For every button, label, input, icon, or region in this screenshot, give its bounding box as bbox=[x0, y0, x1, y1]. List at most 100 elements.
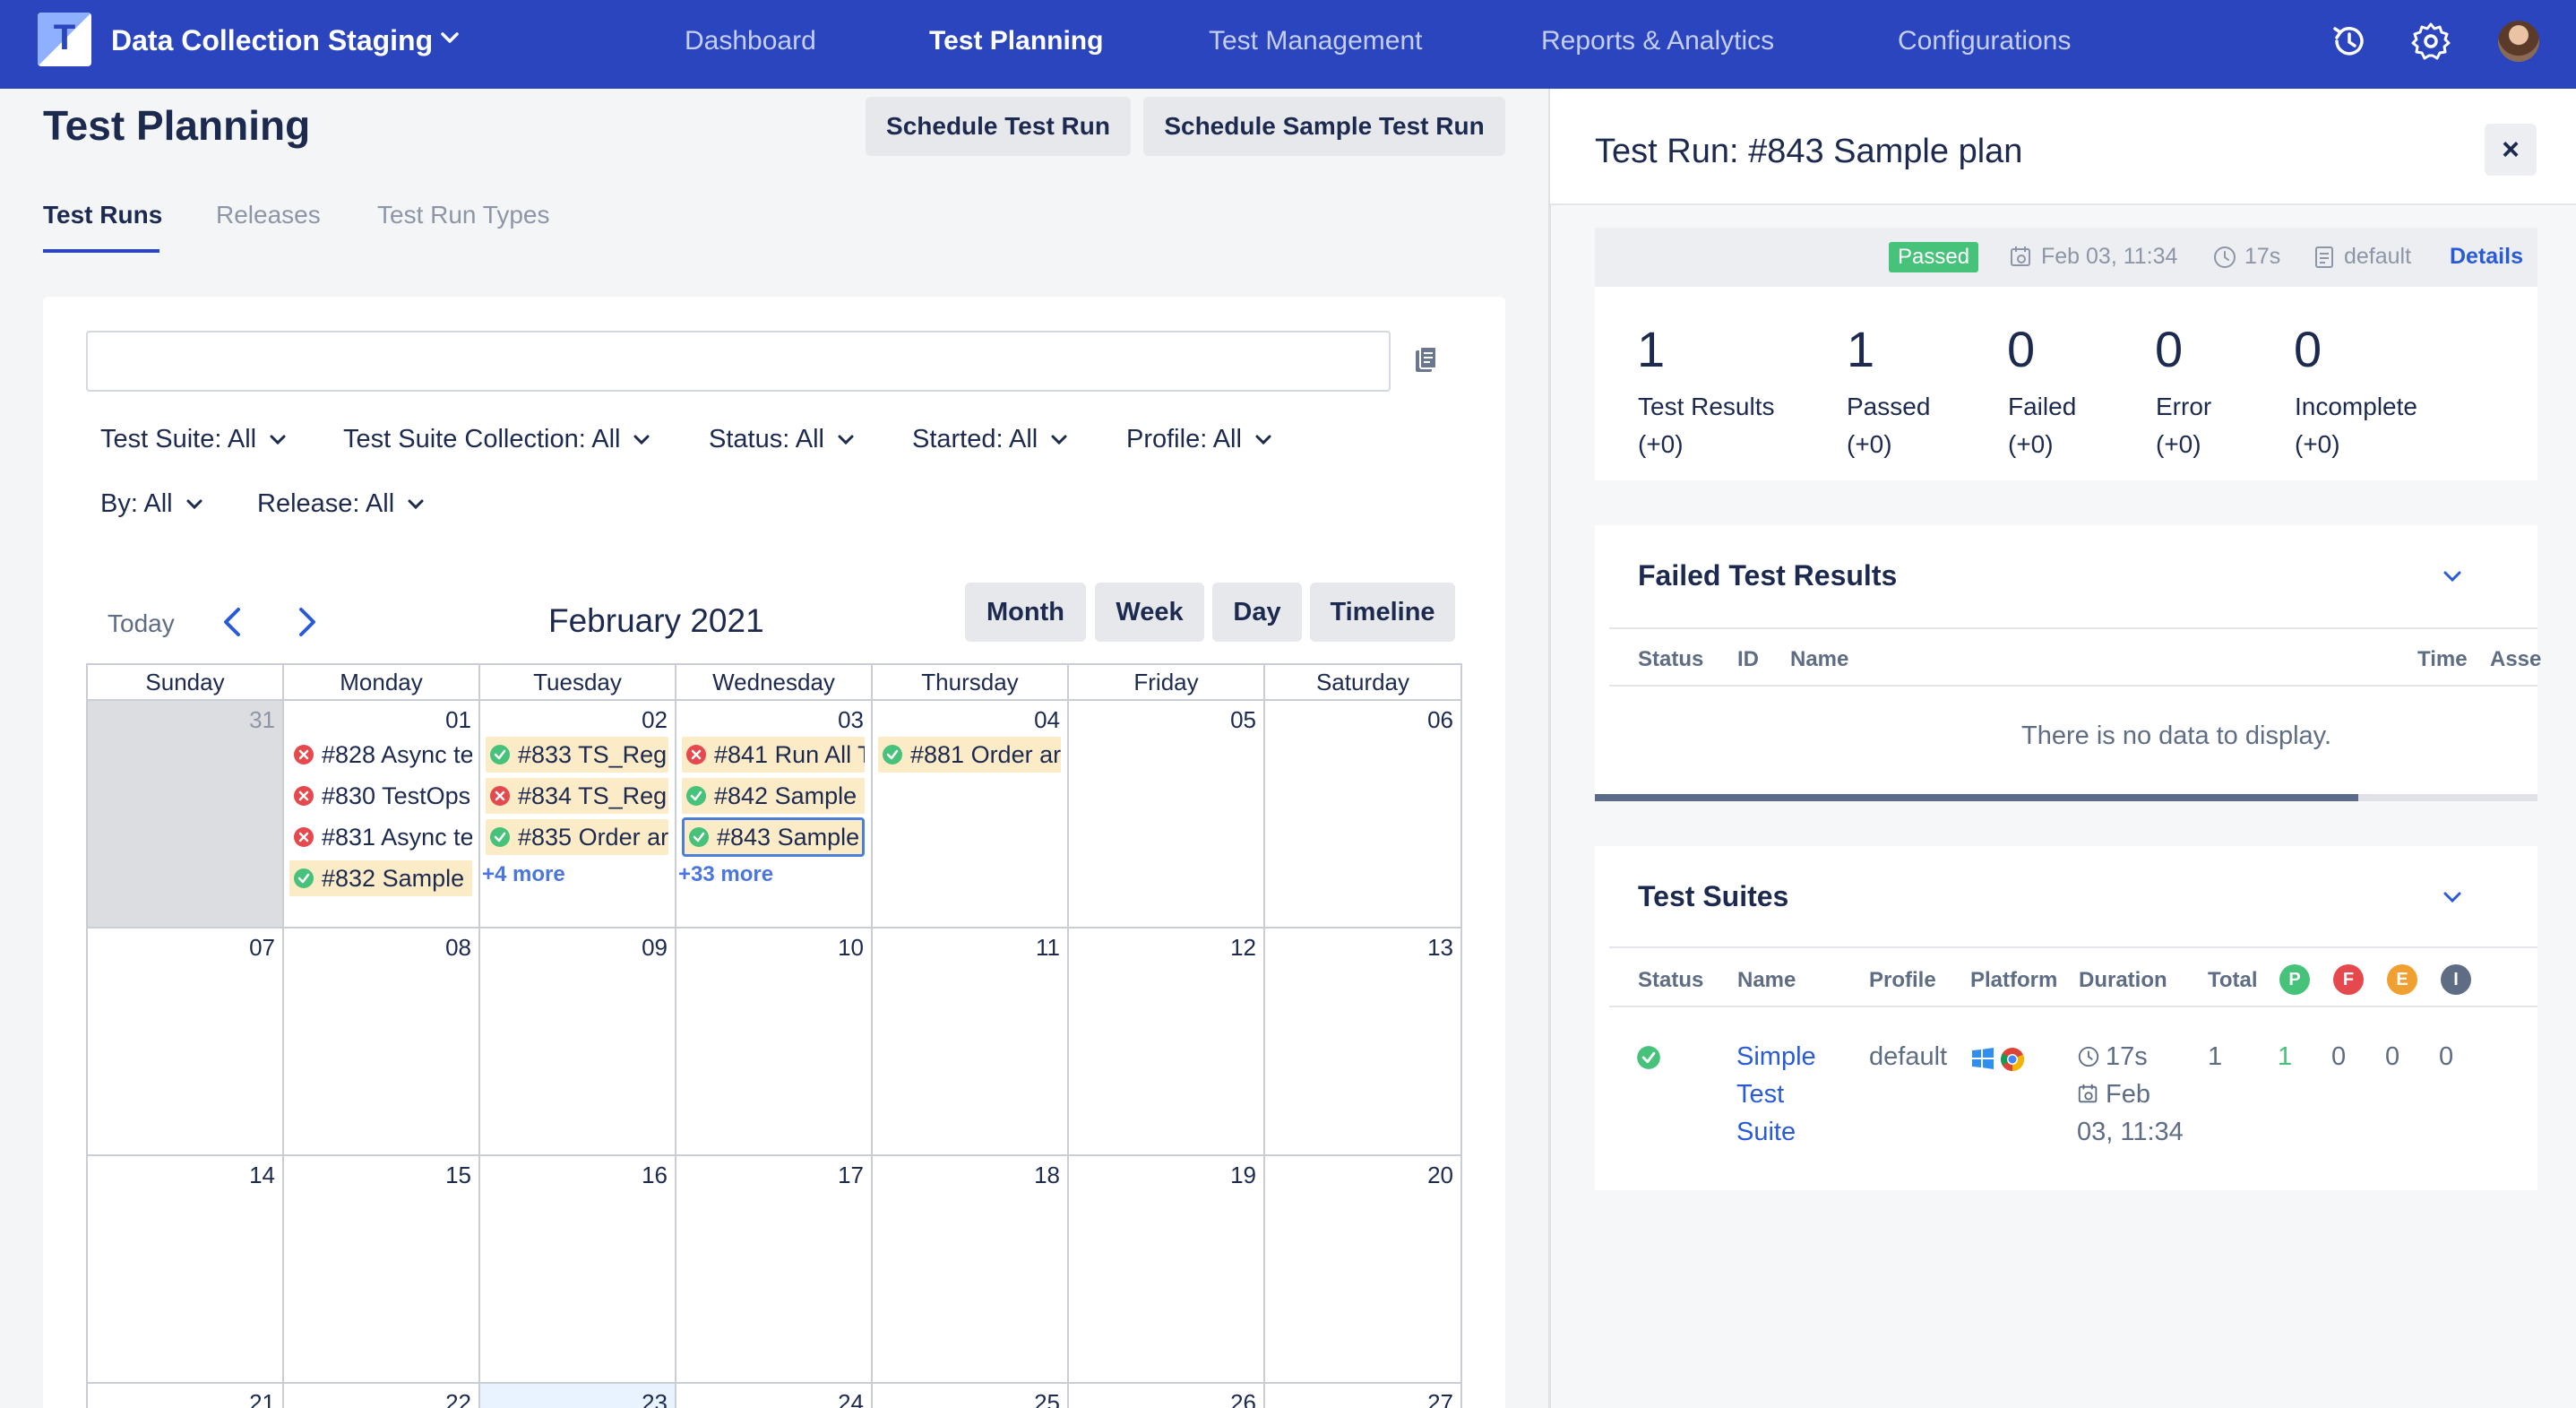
nav-test-planning[interactable]: Test Planning bbox=[929, 26, 1103, 56]
day-number: 02 bbox=[642, 706, 668, 733]
tab-test-run-types[interactable]: Test Run Types bbox=[377, 201, 549, 229]
view-month-button[interactable]: Month bbox=[965, 583, 1086, 642]
more-events-link[interactable]: +33 more bbox=[678, 862, 773, 887]
filter-profile[interactable]: Profile: All bbox=[1126, 425, 1272, 454]
col-id: ID bbox=[1737, 647, 1759, 671]
logo-letter: T bbox=[53, 18, 76, 57]
calendar-day[interactable]: 06 bbox=[1265, 701, 1462, 929]
calendar-day[interactable]: 11 bbox=[873, 929, 1069, 1156]
schedule-test-run-button[interactable]: Schedule Test Run bbox=[866, 97, 1131, 156]
run-duration-text: 17s bbox=[2244, 244, 2281, 269]
calendar-day[interactable]: 14 bbox=[88, 1156, 284, 1384]
day-number: 22 bbox=[445, 1389, 471, 1408]
calendar-day[interactable]: 25 bbox=[873, 1384, 1069, 1408]
calendar-day[interactable]: 19 bbox=[1069, 1156, 1265, 1384]
test-run-event[interactable]: #881 Order ar bbox=[878, 737, 1061, 773]
test-run-event-selected[interactable]: #843 Sample bbox=[682, 817, 865, 857]
details-link[interactable]: Details bbox=[2450, 244, 2523, 270]
test-run-event[interactable]: #832 Sample bbox=[289, 860, 472, 896]
calendar-day[interactable]: 13 bbox=[1265, 929, 1462, 1156]
nav-test-management[interactable]: Test Management bbox=[1209, 26, 1422, 56]
calendar-day[interactable]: 26 bbox=[1069, 1384, 1265, 1408]
filter-started[interactable]: Started: All bbox=[912, 425, 1068, 454]
tab-test-runs[interactable]: Test Runs bbox=[43, 201, 162, 229]
calendar-day[interactable]: 12 bbox=[1069, 929, 1265, 1156]
suite-name-link[interactable]: Simple Test Suite bbox=[1736, 1038, 1816, 1151]
weekday-header: Saturday bbox=[1265, 665, 1462, 701]
calendar-day[interactable]: 21 bbox=[88, 1384, 284, 1408]
calendar-day[interactable]: 31 bbox=[88, 701, 284, 929]
passed-status-icon bbox=[883, 745, 902, 764]
test-run-event[interactable]: #833 TS_Reg bbox=[486, 737, 668, 773]
test-run-event[interactable]: #841 Run All T bbox=[682, 737, 865, 773]
nav-reports-analytics[interactable]: Reports & Analytics bbox=[1541, 26, 1774, 56]
calendar-day[interactable]: 05 bbox=[1069, 701, 1265, 929]
tab-releases[interactable]: Releases bbox=[216, 201, 321, 229]
divider bbox=[1609, 685, 2537, 687]
calendar-day[interactable]: 20 bbox=[1265, 1156, 1462, 1384]
chevron-down-icon bbox=[270, 435, 286, 445]
calendar-day[interactable]: 17 bbox=[676, 1156, 873, 1384]
chevron-left-icon[interactable] bbox=[217, 604, 249, 640]
calendar-day[interactable]: 15 bbox=[284, 1156, 480, 1384]
filter-release[interactable]: Release: All bbox=[257, 489, 425, 519]
test-run-event[interactable]: #835 Order ar bbox=[486, 819, 668, 855]
filter-test-suite[interactable]: Test Suite: All bbox=[100, 425, 287, 454]
test-run-event[interactable]: #828 Async te bbox=[289, 737, 472, 773]
settings-gear-icon[interactable] bbox=[2409, 20, 2452, 63]
day-number: 25 bbox=[1034, 1389, 1060, 1408]
view-day-button[interactable]: Day bbox=[1212, 583, 1302, 642]
app-logo[interactable]: T bbox=[38, 13, 91, 66]
calendar-day[interactable]: 18 bbox=[873, 1156, 1069, 1384]
weekday-header: Friday bbox=[1069, 665, 1265, 701]
chevron-down-icon[interactable] bbox=[2441, 889, 2464, 905]
stat-label: Incomplete bbox=[2295, 393, 2417, 420]
scrollbar-thumb[interactable] bbox=[1595, 794, 2358, 801]
calendar-day[interactable]: 08 bbox=[284, 929, 480, 1156]
chevron-down-icon[interactable] bbox=[437, 25, 462, 50]
chevron-down-icon bbox=[633, 435, 650, 445]
calendar-day[interactable]: 01 #828 Async te #830 TestOps #831 Async… bbox=[284, 701, 480, 929]
test-run-event[interactable]: #842 Sample bbox=[682, 778, 865, 814]
suite-incomplete-count: 0 bbox=[2439, 1042, 2454, 1071]
filter-by-label: By: All bbox=[100, 489, 173, 518]
calendar-day[interactable]: 03 #841 Run All T #842 Sample #843 Sampl… bbox=[676, 701, 873, 929]
clipboard-icon[interactable] bbox=[1412, 345, 1439, 376]
user-avatar[interactable] bbox=[2498, 21, 2539, 62]
passed-status-icon bbox=[490, 745, 510, 764]
more-events-link[interactable]: +4 more bbox=[482, 862, 565, 887]
calendar-day[interactable]: 07 bbox=[88, 929, 284, 1156]
failed-status-icon bbox=[294, 786, 314, 806]
calendar-day-today[interactable]: 23 bbox=[480, 1384, 676, 1408]
nav-dashboard[interactable]: Dashboard bbox=[685, 26, 816, 56]
filter-test-suite-collection[interactable]: Test Suite Collection: All bbox=[343, 425, 650, 454]
test-run-event[interactable]: #831 Async te bbox=[289, 819, 472, 855]
event-label: #828 Async te bbox=[322, 740, 472, 768]
passed-status-icon bbox=[686, 786, 706, 806]
schedule-sample-test-run-button[interactable]: Schedule Sample Test Run bbox=[1143, 97, 1505, 156]
view-timeline-button[interactable]: Timeline bbox=[1310, 583, 1455, 642]
filter-by[interactable]: By: All bbox=[100, 489, 203, 519]
calendar-day[interactable]: 04 #881 Order ar bbox=[873, 701, 1069, 929]
active-tab-indicator bbox=[43, 249, 159, 253]
search-input[interactable] bbox=[86, 331, 1391, 392]
history-icon[interactable] bbox=[2328, 20, 2371, 63]
filter-status[interactable]: Status: All bbox=[709, 425, 855, 454]
test-run-event[interactable]: #830 TestOps bbox=[289, 778, 472, 814]
calendar-day[interactable]: 24 bbox=[676, 1384, 873, 1408]
calendar-day[interactable]: 22 bbox=[284, 1384, 480, 1408]
chevron-right-icon[interactable] bbox=[290, 604, 323, 640]
close-panel-button[interactable]: × bbox=[2485, 124, 2537, 176]
today-button[interactable]: Today bbox=[108, 609, 175, 638]
chevron-down-icon[interactable] bbox=[2441, 568, 2464, 584]
calendar-day[interactable]: 16 bbox=[480, 1156, 676, 1384]
project-selector[interactable]: Data Collection Staging bbox=[111, 24, 433, 57]
calendar-day[interactable]: 27 bbox=[1265, 1384, 1462, 1408]
failed-status-icon bbox=[294, 745, 314, 764]
view-week-button[interactable]: Week bbox=[1095, 583, 1204, 642]
calendar-day[interactable]: 02 #833 TS_Reg #834 TS_Reg #835 Order ar… bbox=[480, 701, 676, 929]
calendar-day[interactable]: 10 bbox=[676, 929, 873, 1156]
test-run-event[interactable]: #834 TS_Reg bbox=[486, 778, 668, 814]
nav-configurations[interactable]: Configurations bbox=[1898, 26, 2071, 56]
calendar-day[interactable]: 09 bbox=[480, 929, 676, 1156]
